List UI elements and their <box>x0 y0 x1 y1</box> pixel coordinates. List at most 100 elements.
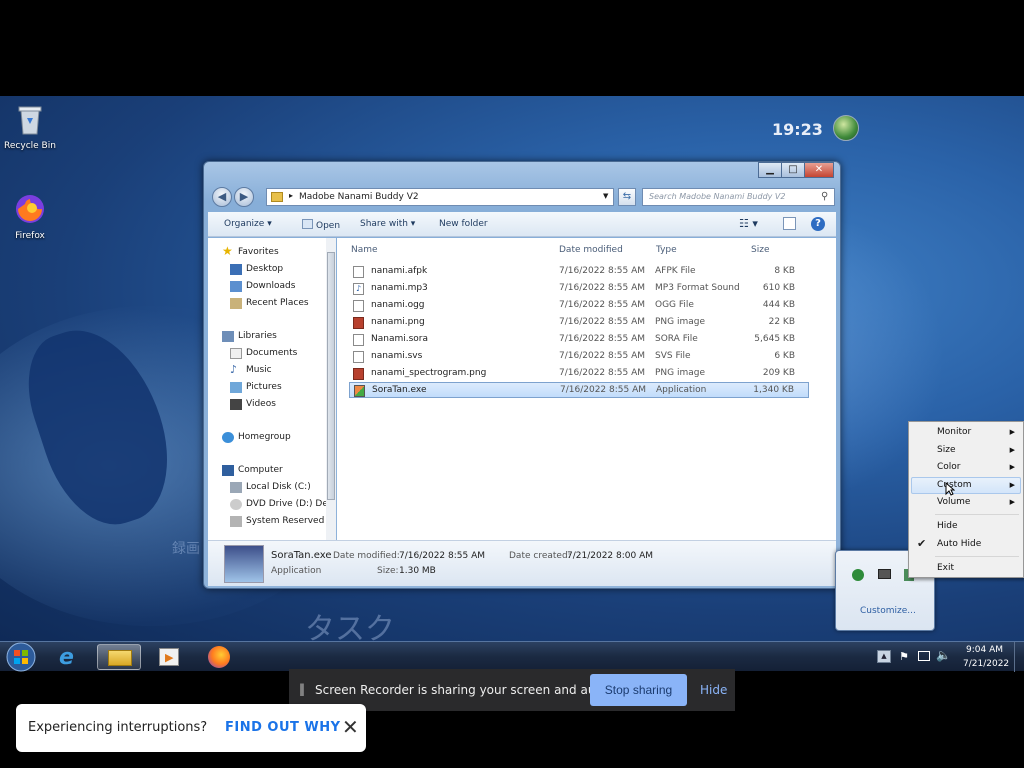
monitor-tray-icon[interactable] <box>878 569 891 579</box>
system-reserved-icon <box>230 516 242 527</box>
drag-handle-icon[interactable]: ‖ <box>299 682 305 696</box>
internet-explorer-taskbar-button[interactable]: e <box>49 644 93 670</box>
clock-gadget[interactable]: 19:23 <box>772 120 823 139</box>
refresh-button[interactable]: ⇆ <box>618 188 636 206</box>
table-row[interactable]: ♪ nanami.mp3 7/16/2022 8:55 AM MP3 Forma… <box>349 281 809 297</box>
table-row-selected[interactable]: SoraTan.exe 7/16/2022 8:55 AM Applicatio… <box>349 382 809 398</box>
file-name: Nanami.sora <box>371 334 429 344</box>
table-row[interactable]: nanami.png 7/16/2022 8:55 AM PNG image 2… <box>349 315 809 331</box>
nav-system-reserved[interactable]: System Reserved <box>246 516 324 526</box>
file-size: 209 KB <box>762 368 795 378</box>
table-row[interactable]: nanami.svs 7/16/2022 8:55 AM SVS File 6 … <box>349 349 809 365</box>
file-name: SoraTan.exe <box>372 385 427 395</box>
share-with-button[interactable]: Share with ▾ <box>360 219 415 229</box>
network-icon[interactable] <box>918 651 930 661</box>
command-bar: Organize ▾ Open Share with ▾ New folder … <box>208 212 836 237</box>
nav-desktop[interactable]: Desktop <box>246 264 283 274</box>
file-type: OGG File <box>655 300 694 310</box>
nav-local-disk[interactable]: Local Disk (C:) <box>246 482 311 492</box>
application-icon <box>354 385 365 397</box>
menu-item-color[interactable]: Color <box>937 462 961 472</box>
media-player-taskbar-button[interactable]: ▶ <box>147 644 191 670</box>
column-name[interactable]: Name <box>351 245 378 255</box>
action-center-flag-icon[interactable]: ⚑ <box>899 650 909 663</box>
nav-music[interactable]: Music <box>246 365 272 375</box>
navigation-pane: ★ Favorites Desktop Downloads Recent Pla… <box>208 238 336 540</box>
start-button-icon[interactable] <box>5 642 37 672</box>
security-tray-icon[interactable] <box>852 569 864 581</box>
menu-item-exit[interactable]: Exit <box>937 563 954 573</box>
file-type: SVS File <box>655 351 691 361</box>
table-row[interactable]: nanami.ogg 7/16/2022 8:55 AM OGG File 44… <box>349 298 809 314</box>
hide-button[interactable]: Hide <box>700 683 727 697</box>
show-hidden-icons-button[interactable]: ▲ <box>877 650 891 663</box>
internet-explorer-icon: e <box>59 645 74 670</box>
address-bar[interactable]: ▸ Madobe Nanami Buddy V2 ▼ <box>266 188 614 206</box>
find-out-why-link[interactable]: FIND OUT WHY <box>225 720 341 735</box>
file-date: 7/16/2022 8:55 AM <box>559 368 646 378</box>
close-button[interactable]: ✕ <box>804 162 834 178</box>
help-icon[interactable]: ? <box>811 217 825 231</box>
show-desktop-button[interactable] <box>1014 642 1024 672</box>
menu-item-volume[interactable]: Volume <box>937 497 970 507</box>
details-date-created-label: Date created: <box>509 551 571 561</box>
submenu-arrow-icon: ▶ <box>1009 446 1015 454</box>
preview-pane-icon[interactable] <box>783 217 796 230</box>
nav-libraries[interactable]: Libraries <box>238 331 277 341</box>
table-row[interactable]: Nanami.sora 7/16/2022 8:55 AM SORA File … <box>349 332 809 348</box>
nav-scrollbar[interactable] <box>326 238 336 540</box>
firefox-taskbar-button[interactable] <box>197 644 241 670</box>
organize-button[interactable]: Organize ▾ <box>224 219 272 229</box>
menu-item-auto-hide[interactable]: Auto Hide <box>937 539 981 549</box>
recycle-bin-desktop-icon[interactable]: Recycle Bin <box>0 102 60 151</box>
nav-recent-places[interactable]: Recent Places <box>246 298 309 308</box>
nav-documents[interactable]: Documents <box>246 348 297 358</box>
taskbar-time[interactable]: 9:04 AM <box>966 645 1003 655</box>
nav-scrollbar-thumb[interactable] <box>327 252 335 500</box>
stop-sharing-button[interactable]: Stop sharing <box>590 674 687 706</box>
interruptions-toast: Experiencing interruptions? FIND OUT WHY… <box>16 704 366 752</box>
firefox-icon <box>208 646 230 668</box>
firefox-desktop-icon[interactable]: Firefox <box>0 192 60 241</box>
details-pane: SoraTan.exe Application Date modified: 7… <box>208 540 836 586</box>
menu-item-size[interactable]: Size <box>937 445 955 455</box>
customize-link[interactable]: Customize... <box>860 606 916 616</box>
wallpaper-text-1: 録画 <box>172 541 200 557</box>
column-type[interactable]: Type <box>656 245 677 255</box>
close-icon[interactable]: ✕ <box>342 717 359 737</box>
nav-pictures[interactable]: Pictures <box>246 382 282 392</box>
volume-icon[interactable]: 🔈 <box>936 648 951 662</box>
open-button[interactable]: Open <box>302 219 340 231</box>
table-row[interactable]: nanami_spectrogram.png 7/16/2022 8:55 AM… <box>349 366 809 382</box>
explorer-taskbar-button[interactable] <box>97 644 141 670</box>
minimize-button[interactable]: ▁ <box>758 162 782 178</box>
file-date: 7/16/2022 8:55 AM <box>560 385 647 395</box>
firefox-label: Firefox <box>15 231 45 241</box>
nav-dvd-drive[interactable]: DVD Drive (D:) De <box>246 499 328 509</box>
nav-videos[interactable]: Videos <box>246 399 276 409</box>
view-options-icon[interactable]: ☷ ▾ <box>739 217 758 230</box>
clock-gadget-orb-icon[interactable] <box>833 115 859 141</box>
file-size: 8 KB <box>774 266 795 276</box>
maximize-button[interactable]: □ <box>781 162 805 178</box>
nav-downloads[interactable]: Downloads <box>246 281 295 291</box>
search-input[interactable]: Search Madobe Nanami Buddy V2 <box>642 188 835 206</box>
column-size[interactable]: Size <box>751 245 769 255</box>
taskbar-date[interactable]: 7/21/2022 <box>963 659 1009 669</box>
menu-item-monitor[interactable]: Monitor <box>937 427 971 437</box>
nav-favorites[interactable]: Favorites <box>238 247 279 257</box>
nav-computer[interactable]: Computer <box>238 465 283 475</box>
file-name: nanami.mp3 <box>371 283 428 293</box>
forward-button[interactable]: ▶ <box>234 187 254 207</box>
back-button[interactable]: ◀ <box>212 187 232 207</box>
submenu-arrow-icon: ▶ <box>1009 428 1015 436</box>
table-row[interactable]: nanami.afpk 7/16/2022 8:55 AM AFPK File … <box>349 264 809 280</box>
column-date-modified[interactable]: Date modified <box>559 245 623 255</box>
file-name: nanami_spectrogram.png <box>371 368 487 378</box>
address-dropdown-icon[interactable]: ▼ <box>603 192 608 200</box>
menu-item-hide[interactable]: Hide <box>937 521 958 531</box>
new-folder-button[interactable]: New folder <box>439 219 488 229</box>
firefox-icon <box>16 195 44 223</box>
nav-homegroup[interactable]: Homegroup <box>238 432 291 442</box>
file-icon <box>353 351 364 363</box>
